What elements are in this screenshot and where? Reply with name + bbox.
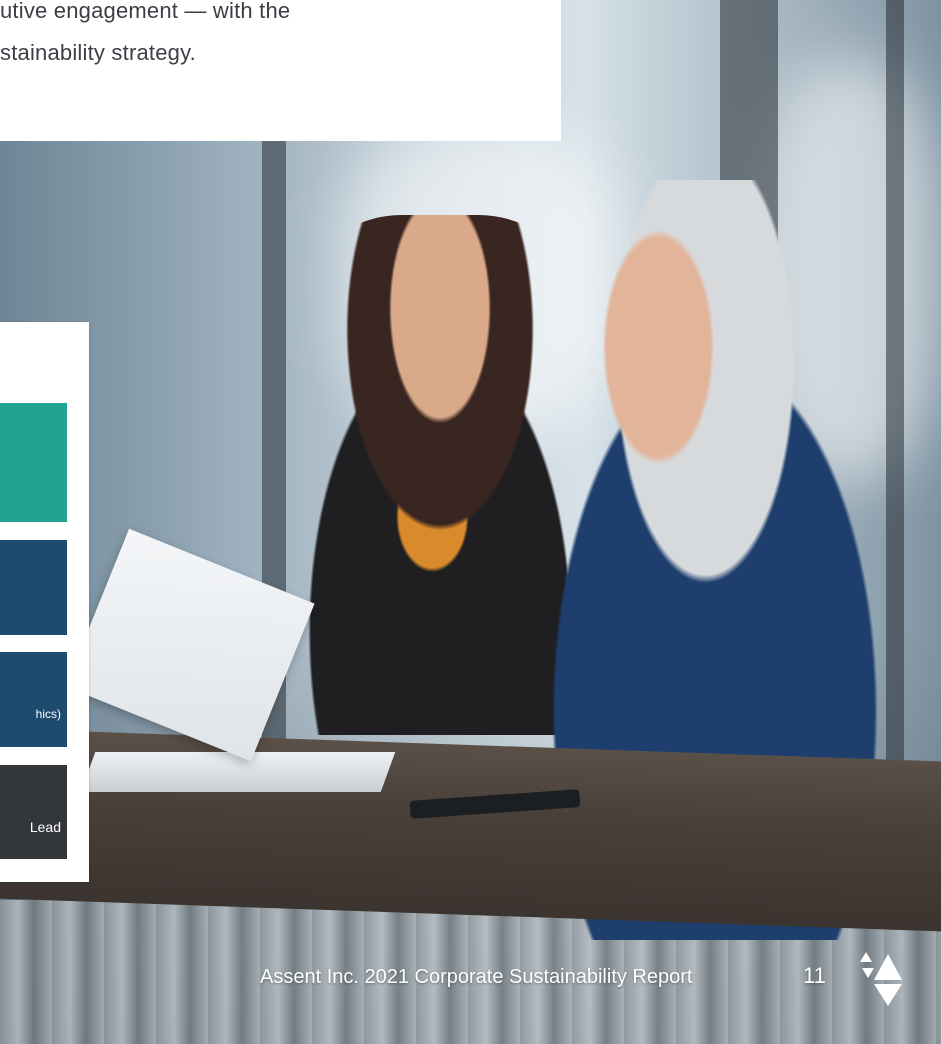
page-number: 11 <box>803 963 826 988</box>
panel-block-4: Lead <box>0 765 67 859</box>
info-panel: hics) Lead <box>0 322 89 882</box>
panel-block-3: hics) <box>0 652 67 747</box>
report-title: Assent Inc. 2021 Corporate Sustainabilit… <box>260 966 693 988</box>
intro-line-2: stainability strategy. <box>0 40 196 65</box>
panel-block-3-text: hics) <box>35 707 61 721</box>
panel-block-2 <box>0 540 67 635</box>
intro-card: utive engagement — with the stainability… <box>0 0 561 141</box>
assent-logo-icon <box>860 952 902 1006</box>
laptop <box>80 752 396 792</box>
panel-block-4-text: Lead <box>29 819 61 835</box>
background-photo <box>0 0 941 1044</box>
intro-line-1: utive engagement — with the <box>0 0 291 23</box>
panel-block-1 <box>0 403 67 522</box>
